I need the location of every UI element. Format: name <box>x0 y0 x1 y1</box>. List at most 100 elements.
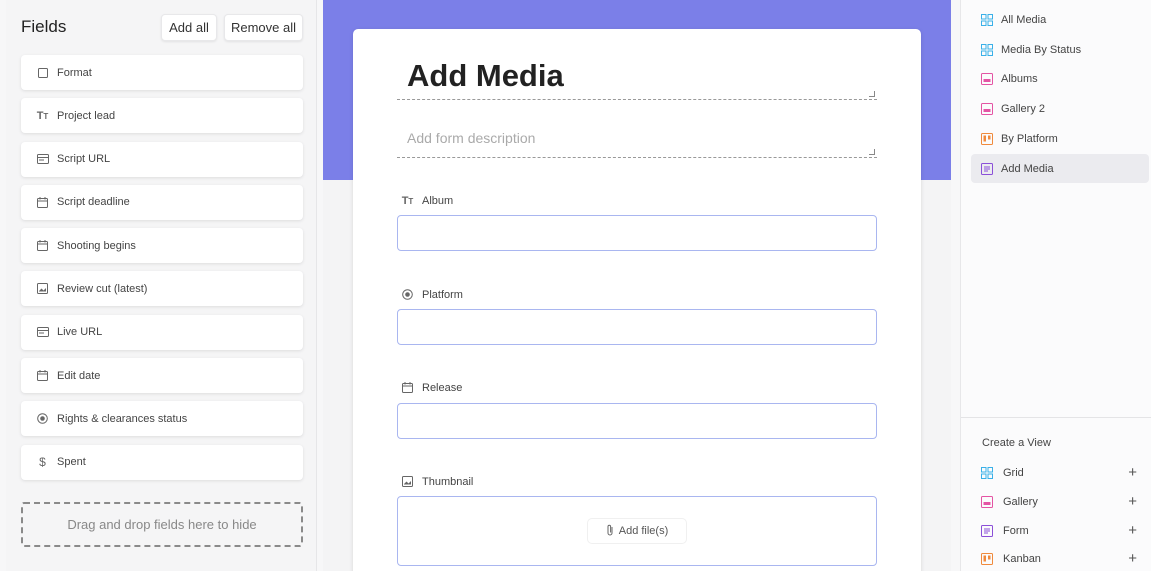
field-item-label: Rights & clearances status <box>57 412 188 425</box>
field-item-label: Project lead <box>57 109 116 122</box>
url-icon <box>36 326 49 339</box>
field-item-live-url[interactable]: Live URL <box>21 314 303 350</box>
plus-icon[interactable]: + <box>1128 464 1137 481</box>
field-item-label: Live URL <box>57 326 103 339</box>
create-view-title: Create a View <box>982 437 1051 449</box>
question-label-release: Release <box>401 381 462 394</box>
fields-panel-header: Fields Add all Remove all <box>21 14 303 42</box>
checkbox-icon <box>36 66 49 79</box>
field-item-format[interactable]: Format <box>21 55 303 90</box>
resize-handle-icon[interactable] <box>869 149 875 155</box>
view-item-albums[interactable]: Albums <box>971 64 1149 93</box>
plus-icon[interactable]: + <box>1128 522 1137 539</box>
url-icon <box>36 153 49 166</box>
kanban-icon <box>981 553 993 565</box>
calendar-icon <box>401 381 414 394</box>
form-description-placeholder: Add form description <box>407 130 536 146</box>
field-item-label: Script deadline <box>57 196 130 209</box>
view-item-by-platform[interactable]: By Platform <box>971 124 1149 153</box>
text-icon: TT <box>401 194 414 207</box>
field-item-edit-date[interactable]: Edit date <box>21 358 303 394</box>
create-view-label: Gallery <box>1003 496 1038 508</box>
field-item-project-lead[interactable]: TT Project lead <box>21 98 303 134</box>
view-item-label: All Media <box>1001 13 1047 26</box>
plus-icon[interactable]: + <box>1128 550 1137 567</box>
fields-panel-title: Fields <box>21 17 67 36</box>
calendar-icon <box>36 196 49 209</box>
form-description-input[interactable]: Add form description <box>397 125 877 158</box>
add-files-button[interactable]: Add file(s) <box>588 519 686 543</box>
field-item-label: Edit date <box>57 369 101 382</box>
album-input[interactable] <box>397 215 877 251</box>
attachment-image-icon <box>401 475 414 488</box>
question-label-platform: Platform <box>401 288 463 301</box>
views-sidebar: All Media Media By Status Albums Gallery… <box>960 0 1151 571</box>
form-title-text: Add Media <box>407 58 564 93</box>
field-item-label: Script URL <box>57 153 111 166</box>
text-icon: TT <box>36 109 49 122</box>
currency-icon: $ <box>39 455 46 470</box>
form-icon <box>981 162 993 175</box>
create-view-form[interactable]: Form + <box>971 520 1149 542</box>
view-item-gallery-2[interactable]: Gallery 2 <box>971 94 1149 123</box>
field-item-label: Spent <box>57 456 86 469</box>
gallery-icon <box>981 102 993 115</box>
field-item-review-cut[interactable]: Review cut (latest) <box>21 271 303 307</box>
field-list: Format TT Project lead Script URL Script… <box>21 55 303 488</box>
sidebar-divider <box>961 417 1151 418</box>
question-label-thumbnail: Thumbnail <box>401 475 473 488</box>
view-item-label: By Platform <box>1001 132 1058 145</box>
create-view-kanban[interactable]: Kanban + <box>971 548 1149 570</box>
form-title[interactable]: Add Media <box>397 57 877 100</box>
grid-icon <box>981 467 993 479</box>
question-label-text: Platform <box>422 288 463 301</box>
field-item-script-deadline[interactable]: Script deadline <box>21 184 303 220</box>
radio-icon <box>401 288 414 301</box>
question-label-text: Release <box>422 381 463 394</box>
view-item-all-media[interactable]: All Media <box>971 5 1149 34</box>
gallery-icon <box>981 496 993 508</box>
platform-input[interactable] <box>397 309 877 345</box>
view-item-media-by-status[interactable]: Media By Status <box>971 35 1149 64</box>
release-input[interactable] <box>397 403 877 439</box>
paperclip-icon <box>606 524 614 539</box>
remove-all-button[interactable]: Remove all <box>224 14 303 41</box>
thumbnail-upload-area: Add file(s) <box>397 496 877 566</box>
question-label-text: Album <box>422 194 454 207</box>
attachment-image-icon <box>36 282 49 295</box>
question-label-text: Thumbnail <box>422 475 474 488</box>
form-canvas: Add Media Add form description TT Album … <box>323 0 951 571</box>
radio-icon <box>36 412 49 425</box>
view-item-label: Add Media <box>1001 162 1054 175</box>
view-item-add-media[interactable]: Add Media <box>971 154 1149 183</box>
form-card: Add Media Add form description TT Album … <box>353 29 921 571</box>
calendar-icon <box>36 369 49 382</box>
plus-icon[interactable]: + <box>1128 493 1137 510</box>
field-item-label: Format <box>57 66 92 79</box>
add-files-label: Add file(s) <box>618 525 669 537</box>
create-view-label: Form <box>1003 525 1029 537</box>
create-view-grid[interactable]: Grid + <box>971 462 1149 484</box>
view-item-label: Media By Status <box>1001 43 1082 56</box>
create-view-label: Kanban <box>1003 553 1041 565</box>
form-icon <box>981 525 993 537</box>
grid-icon <box>981 13 993 26</box>
field-item-shooting-begins[interactable]: Shooting begins <box>21 228 303 264</box>
field-item-label: Review cut (latest) <box>57 282 148 295</box>
calendar-icon <box>36 239 49 252</box>
field-item-spent[interactable]: $ Spent <box>21 444 303 480</box>
gallery-icon <box>981 72 993 85</box>
create-view-label: Grid <box>1003 467 1024 479</box>
kanban-icon <box>981 132 993 145</box>
view-item-label: Gallery 2 <box>1001 102 1046 115</box>
hide-fields-dropzone[interactable]: Drag and drop fields here to hide <box>21 502 303 547</box>
add-all-button[interactable]: Add all <box>161 14 217 41</box>
grid-icon <box>981 43 993 56</box>
resize-handle-icon[interactable] <box>869 91 875 97</box>
field-item-label: Shooting begins <box>57 239 136 252</box>
field-item-script-url[interactable]: Script URL <box>21 141 303 177</box>
fields-panel: Fields Add all Remove all Format TT Proj… <box>6 0 317 571</box>
field-item-rights-status[interactable]: Rights & clearances status <box>21 401 303 437</box>
create-view-gallery[interactable]: Gallery + <box>971 491 1149 513</box>
question-label-album: TT Album <box>401 194 454 207</box>
